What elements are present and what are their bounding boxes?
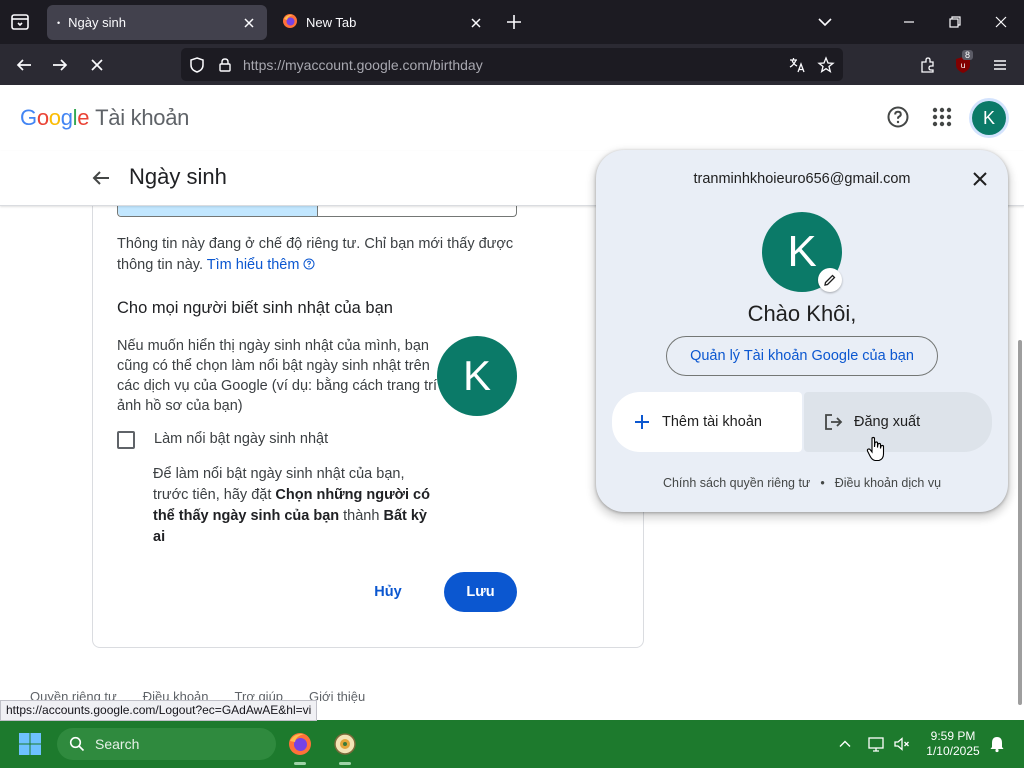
- windows-taskbar: Search 9:59 PM 1/10/2025: [0, 720, 1024, 768]
- hand-cursor-icon: [866, 436, 886, 462]
- add-account-label: Thêm tài khoản: [662, 414, 762, 430]
- account-avatar-button[interactable]: K: [972, 101, 1006, 135]
- forward-icon[interactable]: [47, 52, 73, 78]
- profile-avatar-preview: K: [437, 336, 517, 416]
- status-bar-url: https://accounts.google.com/Logout?ec=GA…: [0, 700, 318, 721]
- footer-link-about[interactable]: Giới thiệu: [309, 689, 365, 704]
- terms-of-service-link[interactable]: Điều khoản dịch vụ: [835, 476, 941, 490]
- manage-account-button[interactable]: Quản lý Tài khoản Google của bạn: [666, 336, 938, 376]
- firefox-active-indicator: [294, 762, 306, 765]
- highlight-birthday-checkbox[interactable]: [117, 431, 135, 449]
- account-menu-popup: tranminhkhoieuro656@gmail.com K Chào Khô…: [596, 150, 1008, 512]
- scrollbar-thumb[interactable]: [1018, 340, 1022, 705]
- close-icon[interactable]: [968, 167, 992, 191]
- sign-out-button[interactable]: Đăng xuất: [804, 392, 992, 452]
- translate-icon[interactable]: [787, 55, 807, 75]
- google-logo-letters: Google: [20, 105, 90, 130]
- back-arrow-icon[interactable]: [90, 167, 112, 189]
- chevron-up-icon[interactable]: [835, 734, 855, 754]
- url-host: https://myaccount.google.com: [243, 57, 429, 73]
- section-description: Nếu muốn hiển thị ngày sinh nhật của mìn…: [117, 338, 437, 414]
- url-path: /birthday: [429, 57, 483, 73]
- tab-birthday[interactable]: • Ngày sinh: [47, 5, 267, 40]
- loading-dot-icon: •: [57, 17, 61, 28]
- google-account-logo[interactable]: Google Tài khoản: [20, 105, 189, 131]
- section-title: Cho mọi người biết sinh nhật của bạn: [117, 299, 393, 317]
- info-icon: [303, 258, 315, 270]
- account-actions: Thêm tài khoản Đăng xuất: [612, 392, 992, 452]
- close-window-icon[interactable]: [987, 8, 1015, 36]
- address-bar[interactable]: https://myaccount.google.com/birthday: [181, 48, 843, 81]
- plus-icon: [635, 415, 649, 429]
- app-active-indicator: [339, 762, 351, 765]
- url-text[interactable]: https://myaccount.google.com/birthday: [243, 57, 483, 73]
- logout-icon: [825, 414, 843, 430]
- account-email: tranminhkhoieuro656@gmail.com: [693, 171, 911, 187]
- sign-out-label: Đăng xuất: [854, 414, 921, 430]
- product-name: Tài khoản: [95, 105, 190, 130]
- popup-footer: Chính sách quyền riêng tư • Điều khoản dịc…: [596, 476, 1008, 490]
- extensions-puzzle-icon[interactable]: [915, 52, 941, 78]
- minimize-icon[interactable]: [895, 8, 923, 36]
- notification-bell-icon[interactable]: [987, 734, 1007, 754]
- search-placeholder: Search: [95, 736, 140, 752]
- tab-label: Ngày sinh: [68, 15, 126, 30]
- windows-start-icon[interactable]: [18, 732, 42, 756]
- browser-tab-bar: • Ngày sinh New Tab: [0, 0, 1024, 44]
- restore-icon[interactable]: [941, 8, 969, 36]
- stop-loading-icon[interactable]: [84, 52, 110, 78]
- back-icon[interactable]: [11, 52, 37, 78]
- privacy-notice: Thông tin này đang ở chế độ riêng tư. Ch…: [117, 234, 517, 276]
- firefox-taskbar-icon[interactable]: [284, 728, 316, 760]
- separator-dot: •: [820, 476, 825, 490]
- browser-nav-bar: https://myaccount.google.com/birthday u: [0, 44, 1024, 85]
- firefox-icon: [282, 13, 298, 32]
- apps-grid-icon[interactable]: [930, 105, 954, 129]
- tab-list-icon[interactable]: [8, 10, 32, 34]
- learn-more-link[interactable]: Tìm hiểu thêm: [207, 257, 316, 273]
- volume-muted-icon[interactable]: [892, 734, 912, 754]
- new-tab-plus-icon[interactable]: [503, 11, 525, 33]
- system-clock[interactable]: 9:59 PM 1/10/2025: [918, 729, 988, 759]
- cancel-button[interactable]: Hủy: [362, 572, 414, 612]
- help-icon[interactable]: [886, 105, 910, 129]
- bookmark-star-icon[interactable]: [816, 55, 836, 75]
- edit-pencil-icon[interactable]: [818, 268, 842, 292]
- tab-label: New Tab: [306, 15, 357, 30]
- hint-text-mid: thành: [339, 508, 384, 524]
- close-tab-icon[interactable]: [468, 15, 484, 31]
- clock-date: 1/10/2025: [926, 744, 980, 758]
- clock-time: 9:59 PM: [930, 729, 976, 743]
- greeting: Chào Khôi,: [747, 301, 857, 326]
- highlight-birthday-label[interactable]: Làm nổi bật ngày sinh nhật: [154, 431, 328, 447]
- page-title: Ngày sinh: [129, 164, 227, 189]
- lock-icon[interactable]: [215, 55, 235, 75]
- privacy-policy-link[interactable]: Chính sách quyền riêng tư: [663, 476, 810, 490]
- svg-text:u: u: [960, 61, 965, 70]
- highlight-hint: Để làm nổi bật ngày sinh nhật của bạn, t…: [153, 464, 438, 548]
- google-account-header: Google Tài khoản K: [0, 85, 1024, 151]
- menu-hamburger-icon[interactable]: [987, 52, 1013, 78]
- save-button[interactable]: Lưu: [444, 572, 517, 612]
- extension-badge: 8: [962, 50, 974, 60]
- network-monitor-icon[interactable]: [866, 734, 886, 754]
- chevron-down-icon[interactable]: [814, 11, 836, 33]
- learn-more-label: Tìm hiểu thêm: [206, 257, 300, 273]
- app-taskbar-icon[interactable]: [329, 728, 361, 760]
- add-account-button[interactable]: Thêm tài khoản: [612, 392, 802, 452]
- tab-new-tab[interactable]: New Tab: [272, 5, 494, 40]
- close-tab-icon[interactable]: [241, 15, 257, 31]
- search-icon: [69, 736, 85, 752]
- shield-icon[interactable]: [187, 55, 207, 75]
- taskbar-search[interactable]: Search: [57, 728, 276, 760]
